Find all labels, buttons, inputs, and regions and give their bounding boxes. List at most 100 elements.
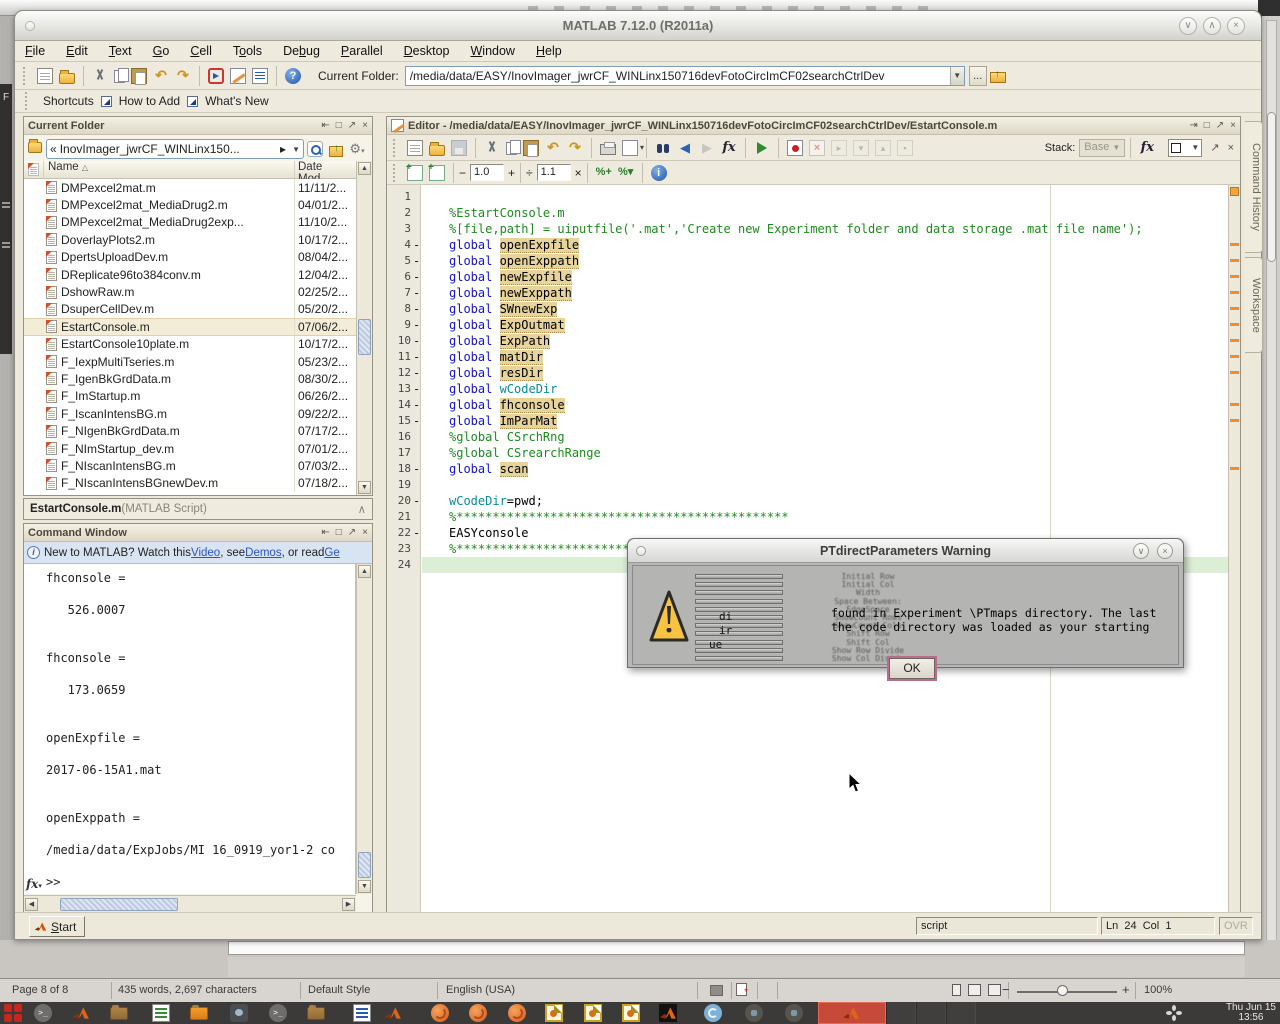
- gimp-icon[interactable]: [230, 1004, 248, 1022]
- mlint-indicator-icon[interactable]: [1230, 187, 1239, 196]
- libreoffice-calc-icon[interactable]: [152, 1004, 170, 1022]
- scroll-down-icon[interactable]: ▼: [358, 481, 371, 494]
- step-out-icon[interactable]: ▴: [875, 140, 891, 156]
- file-row[interactable]: F_IexpMultiTseries.m05/23/2...: [24, 353, 356, 370]
- close-panel-icon[interactable]: ×: [362, 527, 368, 538]
- inactive-app-icon[interactable]: [785, 1004, 803, 1022]
- multi-page-view-icon[interactable]: [968, 984, 981, 996]
- libreoffice-doc-icon[interactable]: [584, 1004, 602, 1022]
- writer-word-count[interactable]: 435 words, 2,697 characters: [118, 984, 257, 996]
- code-line[interactable]: 16%global CSrchRng: [387, 429, 1228, 445]
- demos-link[interactable]: Demos: [245, 547, 281, 559]
- terminal-icon[interactable]: >_: [269, 1004, 287, 1022]
- dialog-close-icon[interactable]: ×: [1157, 543, 1173, 559]
- undock-icon[interactable]: ↗: [348, 527, 356, 538]
- whats-new-icon[interactable]: [187, 96, 198, 107]
- warning-tick[interactable]: [1230, 291, 1239, 294]
- code-line[interactable]: 3%[file,path] = uiputfile('.mat','Create…: [387, 221, 1228, 237]
- guide-icon[interactable]: [230, 68, 246, 84]
- scrollbar-thumb[interactable]: [358, 319, 371, 355]
- uncomment-icon[interactable]: %▾: [618, 165, 634, 181]
- column-name[interactable]: Name △: [44, 161, 294, 178]
- paste-icon[interactable]: [131, 68, 147, 84]
- notebook-icon[interactable]: [252, 68, 268, 84]
- menu-debug[interactable]: Debug: [283, 44, 320, 58]
- step-in-icon[interactable]: ▾: [853, 140, 869, 156]
- code-line[interactable]: 15-global ImParMat: [387, 413, 1228, 429]
- app-launcher-icon[interactable]: [4, 1004, 22, 1022]
- file-row[interactable]: F_NImStartup_dev.m07/01/2...: [24, 440, 356, 457]
- folder-icon[interactable]: [307, 1007, 325, 1020]
- new-file-icon[interactable]: [407, 140, 423, 156]
- copy-icon[interactable]: [114, 70, 125, 83]
- undock-icon[interactable]: ↗: [1210, 141, 1219, 154]
- warning-tick[interactable]: [1230, 403, 1239, 406]
- tab-command-history[interactable]: Command History: [1245, 121, 1263, 253]
- background-scrollbar-thumb[interactable]: [1267, 112, 1276, 262]
- maximize-panel-icon[interactable]: □: [336, 120, 342, 131]
- path-dropdown-icon[interactable]: ▼: [950, 67, 964, 85]
- inactive-app-icon[interactable]: [745, 1004, 763, 1022]
- address-dropdown-icon[interactable]: ▼: [292, 145, 300, 154]
- cell-divider-icon[interactable]: [429, 165, 445, 181]
- warning-tick[interactable]: [1230, 243, 1239, 246]
- column-date[interactable]: Date Mod...: [294, 161, 356, 178]
- menu-parallel[interactable]: Parallel: [341, 44, 383, 58]
- undock-icon[interactable]: ↗: [1216, 120, 1224, 131]
- warning-tick[interactable]: [1230, 371, 1239, 374]
- file-row[interactable]: DshowRaw.m02/25/2...: [24, 283, 356, 300]
- writer-modified-icon[interactable]: *: [736, 983, 747, 996]
- zoom-level[interactable]: 100%: [1144, 984, 1172, 996]
- file-list-scrollbar[interactable]: ▲ ▼: [356, 161, 372, 495]
- new-file-icon[interactable]: [37, 68, 53, 84]
- start-button[interactable]: Start: [29, 916, 85, 937]
- single-page-view-icon[interactable]: [952, 984, 961, 996]
- warning-tick[interactable]: [1230, 419, 1239, 422]
- info-icon[interactable]: i: [651, 165, 667, 181]
- libreoffice-doc-icon[interactable]: [622, 1004, 640, 1022]
- code-line[interactable]: 19: [387, 477, 1228, 493]
- menu-tools[interactable]: Tools: [233, 44, 262, 58]
- insert-cell-icon[interactable]: [407, 165, 423, 181]
- save-icon[interactable]: [451, 140, 467, 156]
- paste-icon[interactable]: [523, 140, 539, 156]
- file-row[interactable]: DMPexcel2mat_MediaDrug2.m04/01/2...: [24, 196, 356, 213]
- dialog-menu-icon[interactable]: [636, 546, 646, 556]
- address-field[interactable]: « InovImager_jwrCF_WINLinx150... ▸ ▼: [46, 139, 304, 159]
- whats-new-link[interactable]: What's New: [205, 94, 269, 108]
- command-window-output[interactable]: fhconsole = 526.0007 fhconsole = 173.065…: [24, 564, 356, 894]
- terminal-icon[interactable]: >_: [34, 1004, 52, 1022]
- set-breakpoint-icon[interactable]: [787, 140, 803, 156]
- code-line[interactable]: 21%*************************************…: [387, 509, 1228, 525]
- zoom-in-icon[interactable]: +: [1122, 982, 1130, 997]
- warning-tick[interactable]: [1230, 339, 1239, 342]
- menu-text[interactable]: Text: [109, 44, 132, 58]
- go-forward-icon[interactable]: ▶: [699, 140, 715, 156]
- file-row[interactable]: DReplicate96to384conv.m12/04/2...: [24, 266, 356, 283]
- file-row[interactable]: F_IgenBkGrdData.m08/30/2...: [24, 370, 356, 387]
- help-icon[interactable]: ?: [285, 68, 301, 84]
- menu-file[interactable]: File: [25, 44, 45, 58]
- minimize-button[interactable]: ∨: [1179, 17, 1197, 35]
- dock-icon[interactable]: ⇥: [1189, 120, 1197, 131]
- scroll-up-icon[interactable]: ▲: [358, 565, 371, 578]
- file-row[interactable]: DoverlayPlots2.m10/17/2...: [24, 231, 356, 248]
- taskbar-empty-slot[interactable]: [946, 1002, 976, 1024]
- scroll-up-icon[interactable]: ▲: [358, 162, 371, 175]
- how-to-add-icon[interactable]: [101, 96, 112, 107]
- go-back-icon[interactable]: ◀: [677, 140, 693, 156]
- divide-button[interactable]: ÷: [526, 166, 533, 180]
- tab-workspace[interactable]: Workspace: [1245, 257, 1263, 353]
- code-line[interactable]: 20-wCodeDir=pwd;: [387, 493, 1228, 509]
- scrollbar-thumb[interactable]: [358, 852, 371, 878]
- decrease-indent-button[interactable]: −: [459, 166, 466, 180]
- warning-tick[interactable]: [1230, 323, 1239, 326]
- search-icon[interactable]: [307, 141, 323, 157]
- taskbar-clock[interactable]: Thu Jun 15 13:56: [1226, 1003, 1276, 1023]
- menu-window[interactable]: Window: [470, 44, 514, 58]
- exit-debug-icon[interactable]: ▪: [897, 140, 913, 156]
- writer-page-count[interactable]: Page 8 of 8: [12, 984, 68, 996]
- menu-help[interactable]: Help: [536, 44, 562, 58]
- open-file-icon[interactable]: [429, 145, 445, 156]
- run-icon[interactable]: [754, 140, 770, 156]
